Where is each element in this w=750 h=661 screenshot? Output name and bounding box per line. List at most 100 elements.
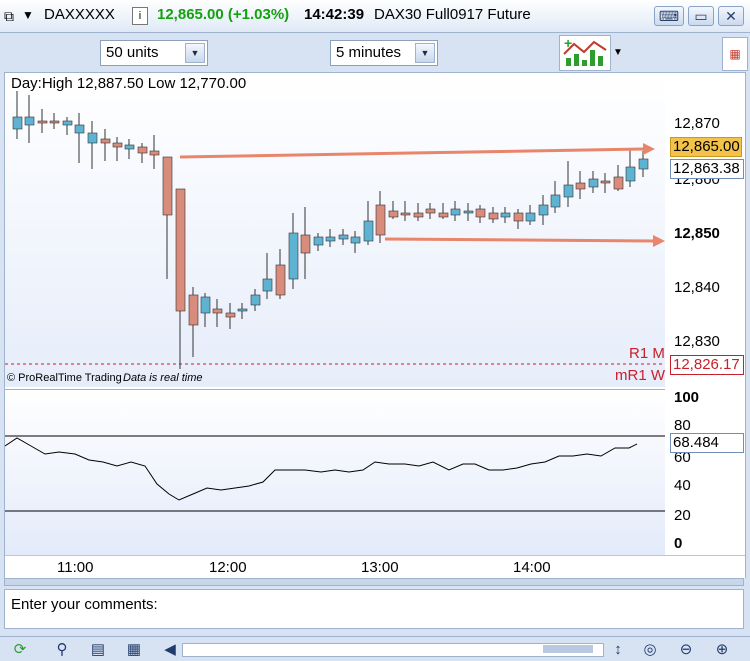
candle-body [300,234,311,254]
candle-body [112,142,123,148]
candle-body [250,294,261,306]
keyboard-icon[interactable]: ⌨ [654,6,684,26]
candlestick-icon[interactable]: ⧉ [4,6,14,26]
candle-body [49,120,60,124]
candle-body [162,156,173,216]
candle-body [625,166,636,182]
candle-body [212,308,223,314]
panel-resize-handle[interactable] [4,578,744,586]
watermark: © ProRealTime Trading [7,372,122,384]
candle-body [513,212,524,222]
candle-body [475,208,486,218]
pivot-tag: 12,826.17 [670,355,744,375]
candle-body [413,212,424,218]
comments-placeholder: Enter your comments: [11,596,158,613]
candle-body [188,294,199,326]
symbol-label[interactable]: DAXXXXX [44,5,115,25]
time-label: 12:00 [209,559,247,576]
chart-toolbar: 50 units ▼ 5 minutes ▼ + ▼ ▦ [0,33,750,73]
candle-body [550,194,561,208]
candle-body [62,120,73,126]
day-high-low: Day:High 12,887.50 Low 12,770.00 [11,75,247,92]
print-icon[interactable]: ▤ [88,640,108,660]
time-axis[interactable]: 11:00 12:00 13:00 14:00 [5,555,745,578]
timeframe-select[interactable]: 5 minutes ▼ [330,40,438,66]
price-label: 12,850 [674,225,720,242]
candle-body [175,188,186,312]
close-button[interactable]: ✕ [718,6,744,26]
price-scale[interactable]: 12,870 12,860 12,850 12,840 12,830 12,86… [666,73,745,577]
trend-arrow [179,147,646,159]
zoom-in-icon[interactable]: ⊕ [712,640,732,660]
bottom-toolbar: ⟳ ⚲ ▤ ▦ ◀ ↕ ◎ ⊖ ⊕ [0,636,750,661]
price-label: 12,830 [674,333,720,350]
zoom-reset-icon[interactable]: ↕ [608,640,628,660]
scroll-left-icon[interactable]: ◀ [160,640,180,660]
price-label: 12,840 [674,279,720,296]
candle-body [575,182,586,190]
candle-body [463,210,474,214]
chevron-down-icon[interactable]: ▼ [415,43,435,63]
info-icon[interactable]: i [132,7,148,25]
price-chart[interactable]: Day:High 12,887.50 Low 12,770.00 © ProRe… [5,73,665,387]
candle-body [600,180,611,184]
candle-body [488,212,499,220]
chevron-down-icon[interactable]: ▼ [185,43,205,63]
timeframe-value: 5 minutes [336,44,402,61]
candle-body [37,120,48,124]
candle-body [350,236,361,244]
r1-label: R1 M [629,345,665,362]
candle-body [288,232,299,280]
candle-body [538,204,549,216]
scroll-thumb[interactable] [543,645,593,653]
refresh-icon[interactable]: ⟳ [10,640,30,660]
candle-body [74,124,85,134]
candle-body [124,144,135,150]
candle-body [400,212,411,216]
indicator-value-tag: 68.484 [670,433,744,453]
indicator-label: 100 [674,389,700,406]
indicator-panel[interactable] [5,389,665,556]
candle-body [275,264,286,296]
horizontal-scrollbar[interactable] [182,643,604,657]
realtime-note: Data is real time [123,372,203,384]
trend-arrow-head [653,235,665,247]
candle-body [375,204,386,236]
clock-time: 14:42:39 [304,6,365,23]
zoom-tool-icon[interactable]: ◎ [640,640,660,660]
zoom-out-icon[interactable]: ⊖ [676,640,696,660]
price-label: 12,870 [674,115,720,132]
search-icon[interactable]: ⚲ [52,640,72,660]
price-change: 12,865.00 (+1.03%) [157,6,290,23]
comments-field[interactable]: Enter your comments: [4,589,744,629]
candle-body [325,236,336,242]
candle-body [363,220,374,242]
candle-body [149,150,160,156]
candle-body [200,296,211,314]
candle-body [262,278,273,292]
trend-arrow-head [643,143,655,155]
chart-panel: Day:High 12,887.50 Low 12,770.00 © ProRe… [4,72,746,578]
dropdown-arrow-icon[interactable]: ▼ [22,5,34,25]
candle-body [500,212,511,218]
time-label: 13:00 [361,559,399,576]
chevron-down-icon[interactable]: ▼ [610,41,626,65]
candle-body [338,234,349,240]
candle-body [563,184,574,198]
side-panel-icon[interactable]: ▦ [722,37,748,71]
last-price-tag: 12,863.38 [670,159,744,179]
candle-body [613,176,624,190]
candle-body [225,312,236,318]
time-label: 11:00 [57,559,94,576]
minimize-button[interactable]: ▭ [688,6,714,26]
candle-body [313,236,324,246]
current-price-tag: 12,865.00 [670,137,742,157]
candle-body [525,212,536,222]
units-select[interactable]: 50 units ▼ [100,40,208,66]
mr1-label: mR1 W [615,367,665,384]
indicators-icon[interactable]: + [559,35,611,71]
candle-body [588,178,599,188]
indicator-label: 20 [674,507,691,524]
candle-body [638,158,649,170]
settings-icon[interactable]: ▦ [124,640,144,660]
